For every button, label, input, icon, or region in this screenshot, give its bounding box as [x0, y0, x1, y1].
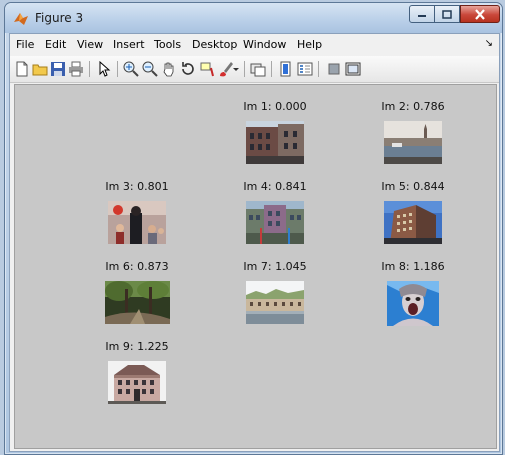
menu-help[interactable]: Help — [297, 38, 322, 51]
maximize-icon — [442, 9, 452, 19]
hide-plot-tools-icon[interactable] — [326, 61, 342, 77]
image-tile-5: Im 5: 0.844 — [353, 180, 473, 244]
image-tile-1: Im 1: 0.000 — [215, 100, 335, 164]
image-thumbnail-3 — [108, 201, 166, 244]
menu-desktop[interactable]: Desktop — [192, 38, 237, 51]
image-label: Im 3: 0.801 — [105, 180, 169, 193]
link-plot-icon[interactable] — [250, 61, 266, 77]
figure-window: Figure 3 File Edit View Insert Tools Des… — [4, 2, 503, 455]
menu-insert[interactable]: Insert — [113, 38, 145, 51]
image-thumbnail-9 — [108, 361, 166, 404]
zoom-out-icon[interactable] — [142, 61, 158, 77]
image-tile-6: Im 6: 0.873 — [77, 260, 197, 324]
close-button[interactable] — [460, 5, 500, 23]
colorbar-icon[interactable] — [278, 61, 294, 77]
figure-toolbar — [10, 56, 499, 83]
image-thumbnail-1 — [246, 121, 304, 164]
rotate-3d-icon[interactable] — [180, 61, 196, 77]
image-label: Im 6: 0.873 — [105, 260, 169, 273]
window-title: Figure 3 — [35, 11, 84, 25]
legend-icon[interactable] — [297, 61, 313, 77]
close-icon — [475, 8, 485, 20]
matlab-logo-icon — [14, 13, 28, 25]
image-thumbnail-4 — [246, 201, 304, 244]
minimize-icon — [418, 15, 426, 17]
dock-arrow-icon[interactable]: ↘ — [485, 38, 493, 49]
title-bar[interactable]: Figure 3 — [5, 3, 502, 33]
data-cursor-icon[interactable] — [199, 61, 215, 77]
image-label: Im 2: 0.786 — [381, 100, 445, 113]
image-label: Im 4: 0.841 — [243, 180, 307, 193]
pan-hand-icon[interactable] — [161, 61, 177, 77]
image-tile-7: Im 7: 1.045 — [215, 260, 335, 324]
figure-canvas[interactable]: Im 1: 0.000 Im 2: 0.786 Im 3: 0.801 Im 4… — [14, 84, 497, 449]
toolbar-separator — [89, 61, 90, 77]
image-thumbnail-6 — [104, 281, 170, 324]
menu-edit[interactable]: Edit — [45, 38, 66, 51]
open-file-icon[interactable] — [32, 61, 48, 77]
image-label: Im 5: 0.844 — [381, 180, 445, 193]
image-label: Im 9: 1.225 — [105, 340, 169, 353]
minimize-button[interactable] — [409, 5, 435, 23]
pointer-icon[interactable] — [96, 61, 112, 77]
image-thumbnail-2 — [384, 121, 442, 164]
figure-client: File Edit View Insert Tools Desktop Wind… — [9, 33, 500, 452]
save-icon[interactable] — [50, 61, 66, 77]
menu-view[interactable]: View — [77, 38, 103, 51]
image-thumbnail-7 — [246, 281, 304, 324]
new-figure-icon[interactable] — [14, 61, 30, 77]
image-label: Im 8: 1.186 — [381, 260, 445, 273]
menu-file[interactable]: File — [16, 38, 34, 51]
menu-tools[interactable]: Tools — [154, 38, 181, 51]
image-tile-3: Im 3: 0.801 — [77, 180, 197, 244]
toolbar-separator — [271, 61, 272, 77]
image-label: Im 7: 1.045 — [243, 260, 307, 273]
image-tile-2: Im 2: 0.786 — [353, 100, 473, 164]
toolbar-separator — [117, 61, 118, 77]
image-thumbnail-5 — [384, 201, 442, 244]
image-label: Im 1: 0.000 — [243, 100, 307, 113]
image-tile-4: Im 4: 0.841 — [215, 180, 335, 244]
image-thumbnail-8 — [387, 281, 439, 326]
image-tile-9: Im 9: 1.225 — [77, 340, 197, 404]
toolbar-separator — [318, 61, 319, 77]
toolbar-separator — [244, 61, 245, 77]
menu-window[interactable]: Window — [243, 38, 286, 51]
brush-dropdown-icon[interactable] — [232, 61, 240, 77]
image-tile-8: Im 8: 1.186 — [353, 260, 473, 326]
menu-bar: File Edit View Insert Tools Desktop Wind… — [10, 34, 499, 56]
maximize-button[interactable] — [435, 5, 460, 23]
zoom-in-icon[interactable] — [123, 61, 139, 77]
show-plot-tools-icon[interactable] — [345, 61, 361, 77]
print-icon[interactable] — [68, 61, 84, 77]
